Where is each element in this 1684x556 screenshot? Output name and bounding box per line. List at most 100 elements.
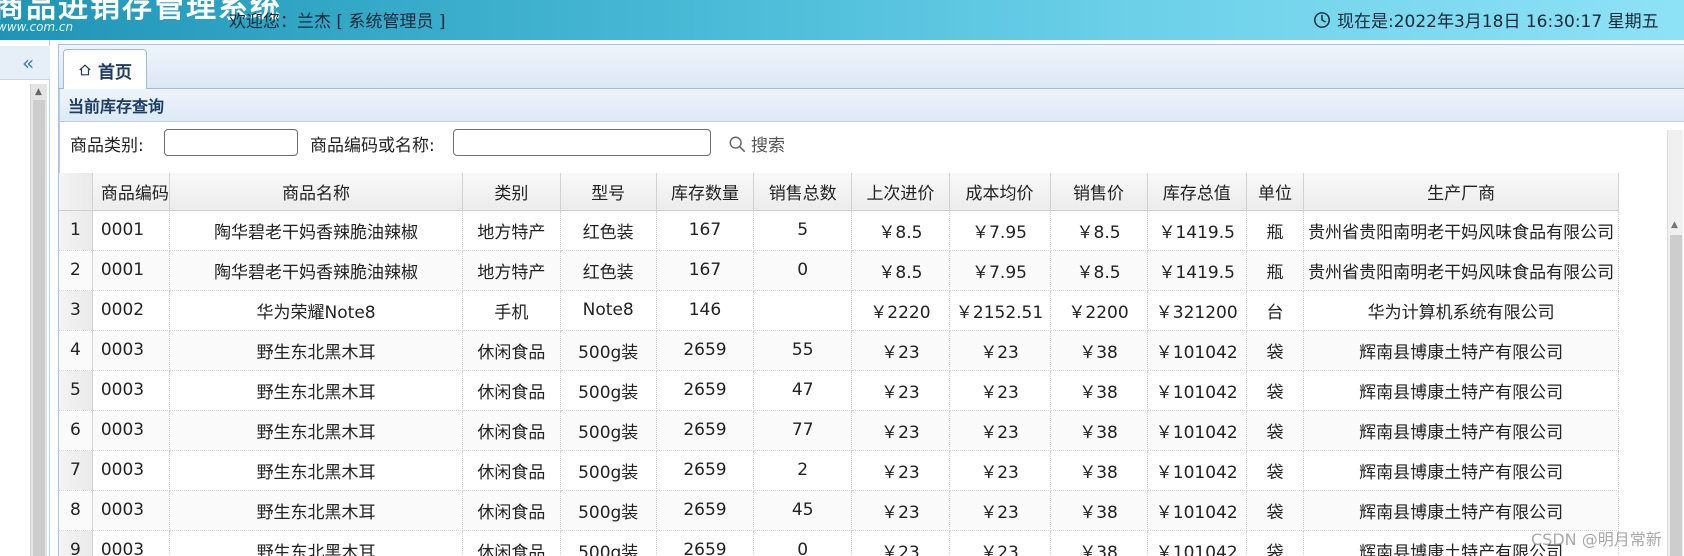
table-cell: 红色装 (560, 250, 657, 291)
sidebar-scrollbar[interactable]: ▲ (30, 84, 47, 556)
table-cell: 休闲食品 (462, 330, 561, 371)
tab-home-label: 首页 (98, 62, 132, 83)
table-cell: 瓶 (1246, 210, 1305, 251)
table-header-row: 商品编码 商品名称 类别 型号 库存数量 销售总数 上次进价 成本均价 销售价 … (59, 173, 1619, 211)
table-cell: ￥23 (949, 410, 1051, 451)
table-cell: 瓶 (1246, 250, 1305, 291)
row-number-cell: 9 (59, 530, 93, 556)
table-cell: ￥8.5 (851, 210, 950, 251)
search-button[interactable]: 搜索 (728, 131, 785, 156)
table-cell: ￥23 (851, 530, 950, 556)
column-header-sale-price[interactable]: 销售价 (1050, 173, 1148, 211)
table-cell: 47 (753, 370, 853, 411)
table-cell: ￥38 (1050, 530, 1148, 556)
table-row[interactable]: 8 0003 野生东北黑木耳 休闲食品 500g装 2659 45 ￥23 ￥23 ￥38 ￥101… (59, 490, 1619, 531)
column-header-model[interactable]: 型号 (560, 173, 657, 211)
table-cell: ￥8.5 (1050, 210, 1148, 251)
table-cell: 地方特产 (462, 210, 561, 251)
table-cell: 野生东北黑木耳 (169, 330, 464, 371)
table-row[interactable]: 2 0001 陶华碧老干妈香辣脆油辣椒 地方特产 红色装 167 0 ￥8.5 ￥7.95 ￥8.… (59, 250, 1619, 291)
table-row[interactable]: 7 0003 野生东北黑木耳 休闲食品 500g装 2659 2 ￥23 ￥23 ￥38 ￥1010… (59, 450, 1619, 491)
table-cell: ￥23 (949, 450, 1051, 491)
table-cell: 袋 (1246, 370, 1305, 411)
row-number-cell: 2 (59, 250, 93, 291)
table-cell: 华为荣耀Note8 (169, 290, 464, 331)
table-cell: ￥7.95 (949, 210, 1051, 251)
row-number-cell: 4 (59, 330, 93, 371)
table-cell (753, 290, 853, 331)
table-cell: ￥101042 (1147, 410, 1247, 451)
column-header-manufacturer[interactable]: 生产厂商 (1303, 173, 1619, 211)
table-body: 1 0001 陶华碧老干妈香辣脆油辣椒 地方特产 红色装 167 5 ￥8.5 ￥7.95 ￥8.… (59, 210, 1619, 556)
table-cell: 0003 (92, 370, 170, 411)
table-cell: 辉南县博康土特产有限公司 (1303, 450, 1619, 491)
table-cell: 袋 (1246, 410, 1305, 451)
tab-home[interactable]: 首页 (63, 49, 147, 90)
row-number-cell: 6 (59, 410, 93, 451)
table-cell: 55 (753, 330, 853, 371)
scroll-up-icon[interactable]: ▲ (1671, 220, 1678, 230)
search-bar: 商品类别: 商品编码或名称: 搜索 (60, 123, 1684, 161)
table-cell: ￥101042 (1147, 330, 1247, 371)
table-cell: 500g装 (560, 450, 657, 491)
table-row[interactable]: 3 0002 华为荣耀Note8 手机 Note8 146 ￥2220 ￥2152.51 ￥22… (59, 290, 1619, 331)
table-cell: 0003 (92, 490, 170, 531)
table-cell: 2659 (656, 410, 755, 451)
table-cell: 休闲食品 (462, 410, 561, 451)
column-header-last-price[interactable]: 上次进价 (851, 173, 950, 211)
table-cell: 167 (656, 210, 755, 251)
column-header-stock-qty[interactable]: 库存数量 (656, 173, 755, 211)
table-cell: Note8 (560, 290, 657, 331)
table-cell: 0 (753, 250, 853, 291)
table-cell: 2659 (656, 450, 755, 491)
table-cell: 陶华碧老干妈香辣脆油辣椒 (169, 250, 464, 291)
table-cell: 休闲食品 (462, 450, 561, 491)
panel-title: 当前库存查询 (60, 89, 1684, 122)
category-input[interactable] (164, 129, 298, 156)
table-cell: 0 (753, 530, 853, 556)
table-cell: ￥2200 (1050, 290, 1148, 331)
column-header-name[interactable]: 商品名称 (169, 173, 464, 211)
table-row[interactable]: 4 0003 野生东北黑木耳 休闲食品 500g装 2659 55 ￥23 ￥23 ￥38 ￥101… (59, 330, 1619, 371)
column-header-code[interactable]: 商品编码 (92, 173, 170, 211)
top-header: 商品进销存管理系统 www.com.cn 欢迎您：兰杰 [ 系统管理员 ] 现在… (0, 0, 1684, 40)
table-cell: 500g装 (560, 490, 657, 531)
collapse-sidebar-icon[interactable]: « (22, 51, 34, 75)
table-cell: 红色装 (560, 210, 657, 251)
table-cell: 辉南县博康土特产有限公司 (1303, 370, 1619, 411)
table-row[interactable]: 5 0003 野生东北黑木耳 休闲食品 500g装 2659 47 ￥23 ￥23 ￥38 ￥101… (59, 370, 1619, 411)
clock: 现在是:2022年3月18日 16:30:17 星期五 (1313, 7, 1659, 32)
column-header-rownum (59, 173, 93, 211)
table-row[interactable]: 9 0003 野生东北黑木耳 休闲食品 500g装 2659 0 ￥23 ￥23 ￥38 ￥1010… (59, 530, 1619, 556)
table-cell: ￥23 (949, 330, 1051, 371)
table-cell: 野生东北黑木耳 (169, 530, 464, 556)
sidebar-scroll-thumb[interactable] (33, 100, 45, 556)
column-header-stock-value[interactable]: 库存总值 (1147, 173, 1247, 211)
column-header-unit[interactable]: 单位 (1246, 173, 1305, 211)
table-cell: ￥23 (949, 530, 1051, 556)
table-cell: 2659 (656, 530, 755, 556)
scroll-up-icon[interactable]: ▲ (35, 87, 42, 97)
keyword-input[interactable] (453, 129, 711, 156)
grid-scroll-thumb[interactable] (1670, 235, 1682, 556)
table-cell: ￥23 (851, 450, 950, 491)
table-cell: 休闲食品 (462, 490, 561, 531)
table-cell: 2659 (656, 490, 755, 531)
table-cell: ￥23 (851, 330, 950, 371)
column-header-avg-cost[interactable]: 成本均价 (949, 173, 1051, 211)
table-cell: 2 (753, 450, 853, 491)
table-cell: 陶华碧老干妈香辣脆油辣椒 (169, 210, 464, 251)
table-row[interactable]: 1 0001 陶华碧老干妈香辣脆油辣椒 地方特产 红色装 167 5 ￥8.5 ￥7.95 ￥8.… (59, 210, 1619, 251)
column-header-sales-total[interactable]: 销售总数 (753, 173, 853, 211)
stock-table: 商品编码 商品名称 类别 型号 库存数量 销售总数 上次进价 成本均价 销售价 … (59, 173, 1619, 556)
column-header-category[interactable]: 类别 (462, 173, 561, 211)
table-cell: 0002 (92, 290, 170, 331)
table-cell: 袋 (1246, 490, 1305, 531)
grid-scrollbar[interactable]: ▲ (1667, 130, 1683, 556)
table-cell: 野生东北黑木耳 (169, 490, 464, 531)
table-cell: 休闲食品 (462, 370, 561, 411)
table-cell: ￥7.95 (949, 250, 1051, 291)
table-row[interactable]: 6 0003 野生东北黑木耳 休闲食品 500g装 2659 77 ￥23 ￥23 ￥38 ￥101… (59, 410, 1619, 451)
table-cell: ￥23 (949, 370, 1051, 411)
table-cell: 野生东北黑木耳 (169, 450, 464, 491)
